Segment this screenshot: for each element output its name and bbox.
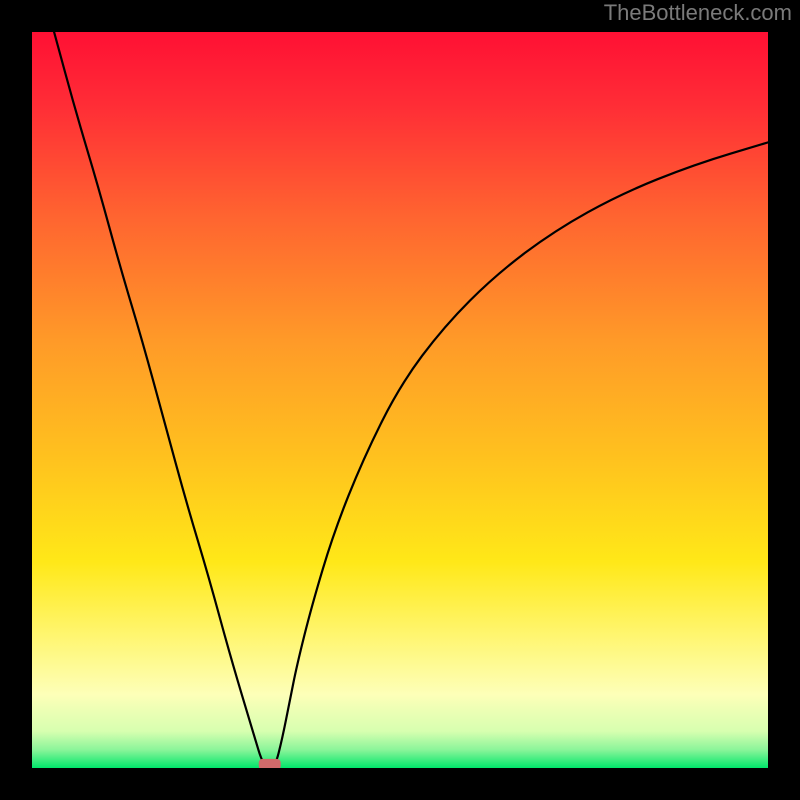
watermark-text: TheBottleneck.com [604, 0, 792, 26]
chart-svg [32, 32, 768, 768]
minimum-marker [259, 759, 281, 768]
plot-area [32, 32, 768, 768]
gradient-background [32, 32, 768, 768]
chart-container: TheBottleneck.com [0, 0, 800, 800]
